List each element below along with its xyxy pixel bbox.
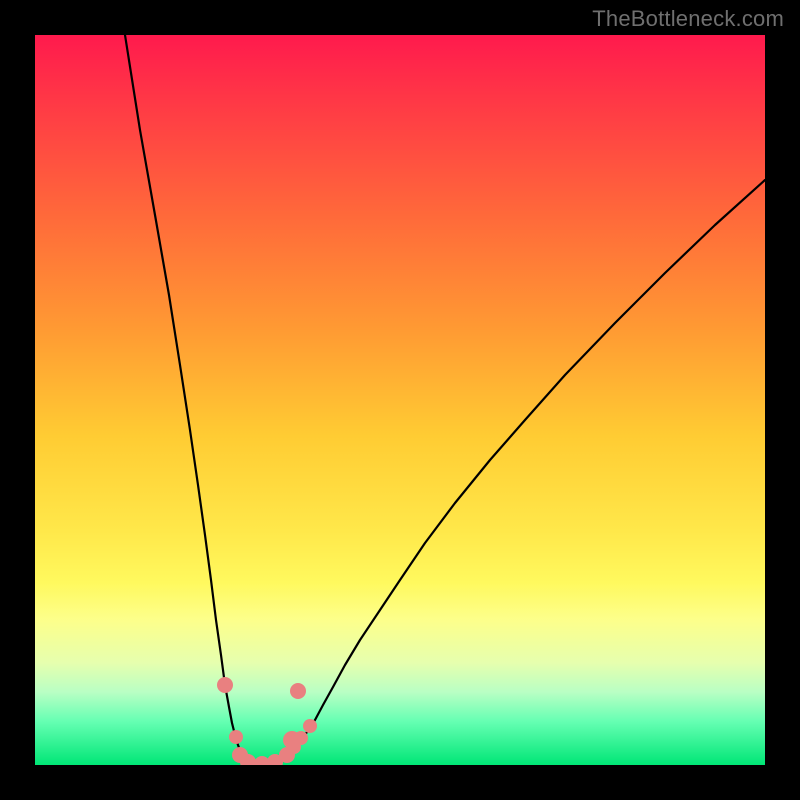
- data-marker: [303, 719, 317, 733]
- data-marker: [283, 731, 301, 749]
- data-marker: [217, 677, 233, 693]
- watermark-text: TheBottleneck.com: [592, 6, 784, 32]
- data-marker: [290, 683, 306, 699]
- chart-plot-area: [35, 35, 765, 765]
- curve-layer: [125, 35, 765, 764]
- curve-right-branch: [267, 180, 765, 763]
- curve-left-branch: [125, 35, 250, 763]
- chart-svg: [35, 35, 765, 765]
- data-marker: [229, 730, 243, 744]
